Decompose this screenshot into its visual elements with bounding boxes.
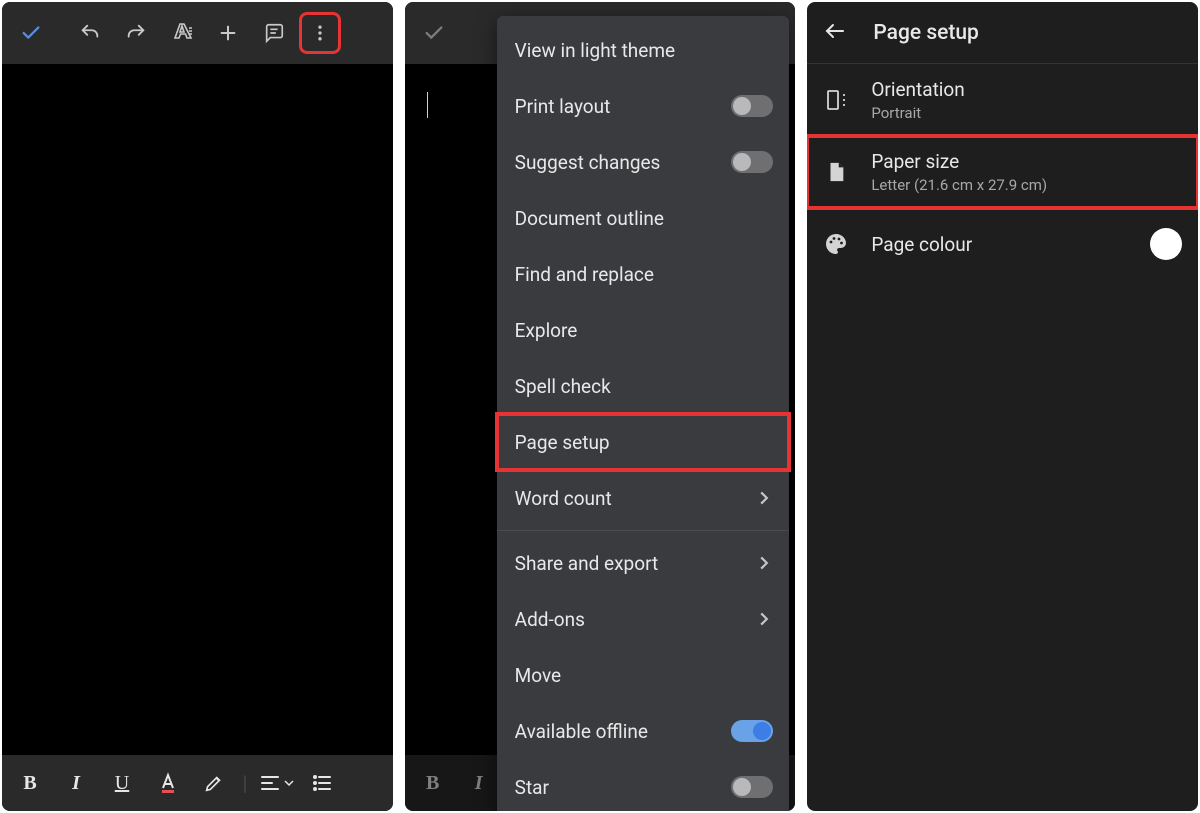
menu-print-layout[interactable]: Print layout	[497, 78, 790, 134]
menu-label: View in light theme	[515, 39, 774, 62]
menu-star[interactable]: Star	[497, 759, 790, 811]
menu-share-export[interactable]: Share and export	[497, 535, 790, 591]
menu-label: Share and export	[515, 552, 756, 575]
paper-size-label: Paper size	[871, 150, 1182, 173]
page-setup-header: Page setup	[807, 2, 1198, 64]
list-icon[interactable]	[302, 763, 342, 803]
plus-icon[interactable]	[209, 14, 247, 52]
italic-icon[interactable]: I	[56, 763, 96, 803]
menu-label: Star	[515, 776, 732, 799]
highlight-icon[interactable]	[194, 763, 234, 803]
back-icon[interactable]	[821, 19, 849, 47]
menu-label: Document outline	[515, 207, 774, 230]
colour-swatch[interactable]	[1150, 228, 1182, 260]
text-format-icon[interactable]	[163, 14, 201, 52]
bold-icon: B	[413, 763, 453, 803]
menu-document-outline[interactable]: Document outline	[497, 190, 790, 246]
overflow-menu: View in light theme Print layout Suggest…	[497, 16, 790, 811]
redo-icon[interactable]	[117, 14, 155, 52]
toolbar-divider: |	[240, 763, 250, 803]
menu-label: Explore	[515, 319, 774, 342]
orientation-value: Portrait	[871, 104, 1182, 122]
toggle-off[interactable]	[731, 151, 773, 173]
page-icon	[823, 161, 849, 183]
text-color-icon[interactable]	[148, 763, 188, 803]
palette-icon	[823, 232, 849, 256]
menu-available-offline[interactable]: Available offline	[497, 703, 790, 759]
top-toolbar	[2, 2, 393, 64]
menu-label: Print layout	[515, 95, 732, 118]
panel-menu-open: B I U A ✎ | ≡ ≣ View in light theme Prin…	[405, 2, 796, 811]
align-icon[interactable]	[256, 763, 296, 803]
row-text: Orientation Portrait	[871, 78, 1182, 122]
toggle-off[interactable]	[731, 776, 773, 798]
text-cursor	[427, 92, 429, 118]
row-orientation[interactable]: Orientation Portrait	[807, 64, 1198, 136]
undo-icon[interactable]	[71, 14, 109, 52]
menu-word-count[interactable]: Word count	[497, 470, 790, 526]
comment-icon[interactable]	[255, 14, 293, 52]
menu-label: Spell check	[515, 375, 774, 398]
bold-icon[interactable]: B	[10, 763, 50, 803]
menu-label: Suggest changes	[515, 151, 732, 174]
page-colour-label: Page colour	[871, 233, 1128, 256]
toggle-on[interactable]	[731, 720, 773, 742]
chevron-right-icon	[755, 491, 773, 505]
row-text: Page colour	[871, 233, 1128, 256]
menu-view-light-theme[interactable]: View in light theme	[497, 22, 790, 78]
underline-icon[interactable]: U	[102, 763, 142, 803]
menu-label: Available offline	[515, 720, 732, 743]
menu-move[interactable]: Move	[497, 647, 790, 703]
document-area[interactable]	[2, 64, 393, 755]
menu-spell-check[interactable]: Spell check	[497, 358, 790, 414]
chevron-right-icon	[755, 556, 773, 570]
menu-explore[interactable]: Explore	[497, 302, 790, 358]
menu-find-replace[interactable]: Find and replace	[497, 246, 790, 302]
menu-label: Find and replace	[515, 263, 774, 286]
panel-editor: B I U |	[2, 2, 393, 811]
page-title: Page setup	[873, 21, 979, 45]
more-icon[interactable]	[301, 14, 339, 52]
menu-page-setup[interactable]: Page setup	[497, 414, 790, 470]
orientation-label: Orientation	[871, 78, 1182, 101]
toggle-off[interactable]	[731, 95, 773, 117]
italic-icon: I	[459, 763, 499, 803]
row-paper-size[interactable]: Paper size Letter (21.6 cm x 27.9 cm)	[807, 136, 1198, 208]
format-toolbar: B I U |	[2, 755, 393, 811]
menu-divider	[497, 530, 790, 531]
menu-label: Word count	[515, 487, 756, 510]
chevron-right-icon	[755, 612, 773, 626]
paper-size-value: Letter (21.6 cm x 27.9 cm)	[871, 176, 1182, 194]
checkmark-icon[interactable]	[12, 14, 50, 52]
orientation-icon	[823, 88, 849, 112]
menu-suggest-changes[interactable]: Suggest changes	[497, 134, 790, 190]
menu-label: Add-ons	[515, 608, 756, 631]
panel-page-setup: Page setup Orientation Portrait Paper si…	[807, 2, 1198, 811]
row-page-colour[interactable]: Page colour	[807, 208, 1198, 280]
menu-add-ons[interactable]: Add-ons	[497, 591, 790, 647]
row-text: Paper size Letter (21.6 cm x 27.9 cm)	[871, 150, 1182, 194]
menu-label: Page setup	[515, 431, 774, 454]
checkmark-icon[interactable]	[415, 14, 453, 52]
menu-label: Move	[515, 664, 774, 687]
